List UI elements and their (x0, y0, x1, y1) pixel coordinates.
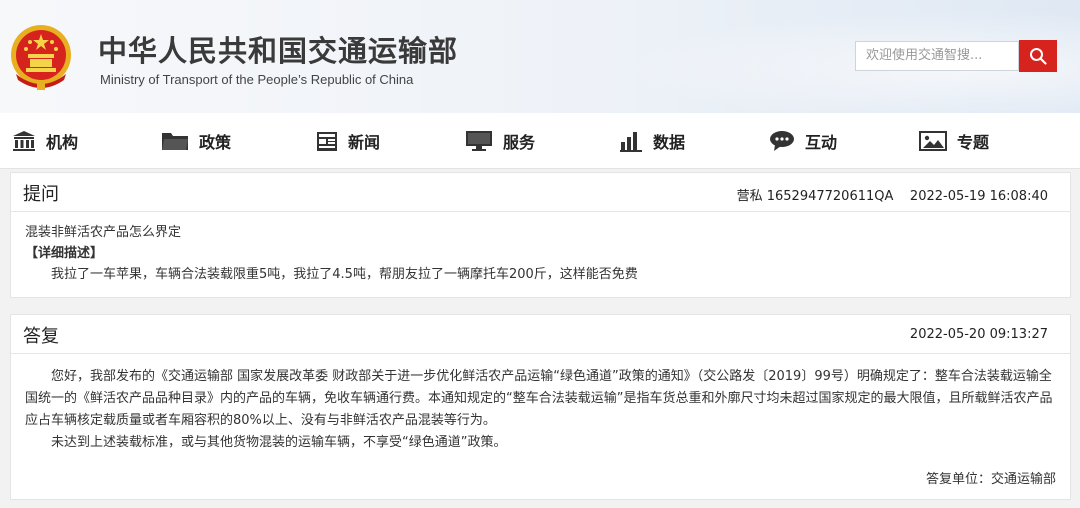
answer-body: 您好，我部发布的《交通运输部 国家发展改革委 财政部关于进一步优化鲜活农产品运输… (11, 354, 1070, 454)
nav-label: 服务 (503, 133, 536, 152)
nav-label: 数据 (653, 133, 686, 152)
national-emblem-icon[interactable] (8, 22, 74, 92)
question-body: 混装非鲜活农产品怎么界定 【详细描述】 我拉了一车苹果，车辆合法装载限重5吨，我… (11, 212, 1070, 285)
answer-panel: 答复 2022-05-20 09:13:27 您好，我部发布的《交通运输部 国家… (10, 314, 1071, 500)
answer-signature: 答复单位：交通运输部 (925, 472, 1056, 487)
newspaper-icon (317, 132, 337, 151)
nav-item-services[interactable]: 服务 (465, 127, 535, 155)
nav-label: 政策 (199, 133, 232, 152)
question-subject: 混装非鲜活农产品怎么界定 (25, 225, 182, 240)
nav-item-interaction[interactable]: 互动 (769, 127, 837, 155)
nav-label: 机构 (46, 133, 79, 152)
nav-item-news[interactable]: 新闻 (316, 127, 380, 155)
detail-label: 【详细描述】 (25, 246, 104, 261)
nav-item-institutions[interactable]: 机构 (12, 127, 78, 155)
question-panel: 提问 营私 1652947720611QA 2022-05-19 16:08:4… (10, 172, 1071, 298)
folder-icon (162, 133, 188, 150)
question-header: 提问 营私 1652947720611QA 2022-05-19 16:08:4… (11, 173, 1070, 212)
bar-chart-icon (620, 132, 642, 152)
nav-item-policy[interactable]: 政策 (161, 127, 231, 155)
nav-item-data[interactable]: 数据 (619, 127, 685, 155)
answer-paragraph: 您好，我部发布的《交通运输部 国家发展改革委 财政部关于进一步优化鲜活农产品运输… (25, 369, 1053, 428)
site-header: 中华人民共和国交通运输部 Ministry of Transport of th… (0, 0, 1080, 113)
answer-header: 答复 2022-05-20 09:13:27 (11, 315, 1070, 354)
question-detail: 我拉了一车苹果，车辆合法装载限重5吨，我拉了4.5吨，帮朋友拉了一辆摩托车200… (51, 267, 638, 282)
main-nav: 机构 政策 新闻 服务 数据 互动 专题 (0, 113, 1080, 169)
question-author: 营私 1652947720611QA (736, 189, 894, 204)
monitor-icon (466, 131, 492, 151)
question-meta: 营私 1652947720611QA 2022-05-19 16:08:40 (737, 185, 1048, 204)
chat-bubble-icon (770, 131, 794, 151)
search-button[interactable] (1019, 40, 1057, 72)
search-icon (1030, 48, 1047, 65)
site-title[interactable]: 中华人民共和国交通运输部 (98, 28, 458, 70)
question-heading: 提问 (23, 184, 59, 205)
answer-paragraph: 未达到上述装载标准，或与其他货物混装的运输车辆，不享受“绿色通道”政策。 (51, 435, 507, 450)
nav-label: 新闻 (348, 133, 381, 152)
question-time: 2022-05-19 16:08:40 (909, 189, 1048, 204)
site-subtitle: Ministry of Transport of the People’s Re… (100, 72, 414, 87)
nav-label: 互动 (805, 133, 838, 152)
building-icon (13, 131, 35, 151)
nav-item-topics[interactable]: 专题 (919, 127, 989, 155)
search-input[interactable]: 欢迎使用交通智搜... (855, 41, 1019, 71)
picture-icon (919, 131, 947, 151)
nav-label: 专题 (957, 133, 990, 152)
answer-time: 2022-05-20 09:13:27 (909, 327, 1048, 342)
answer-heading: 答复 (23, 326, 59, 347)
